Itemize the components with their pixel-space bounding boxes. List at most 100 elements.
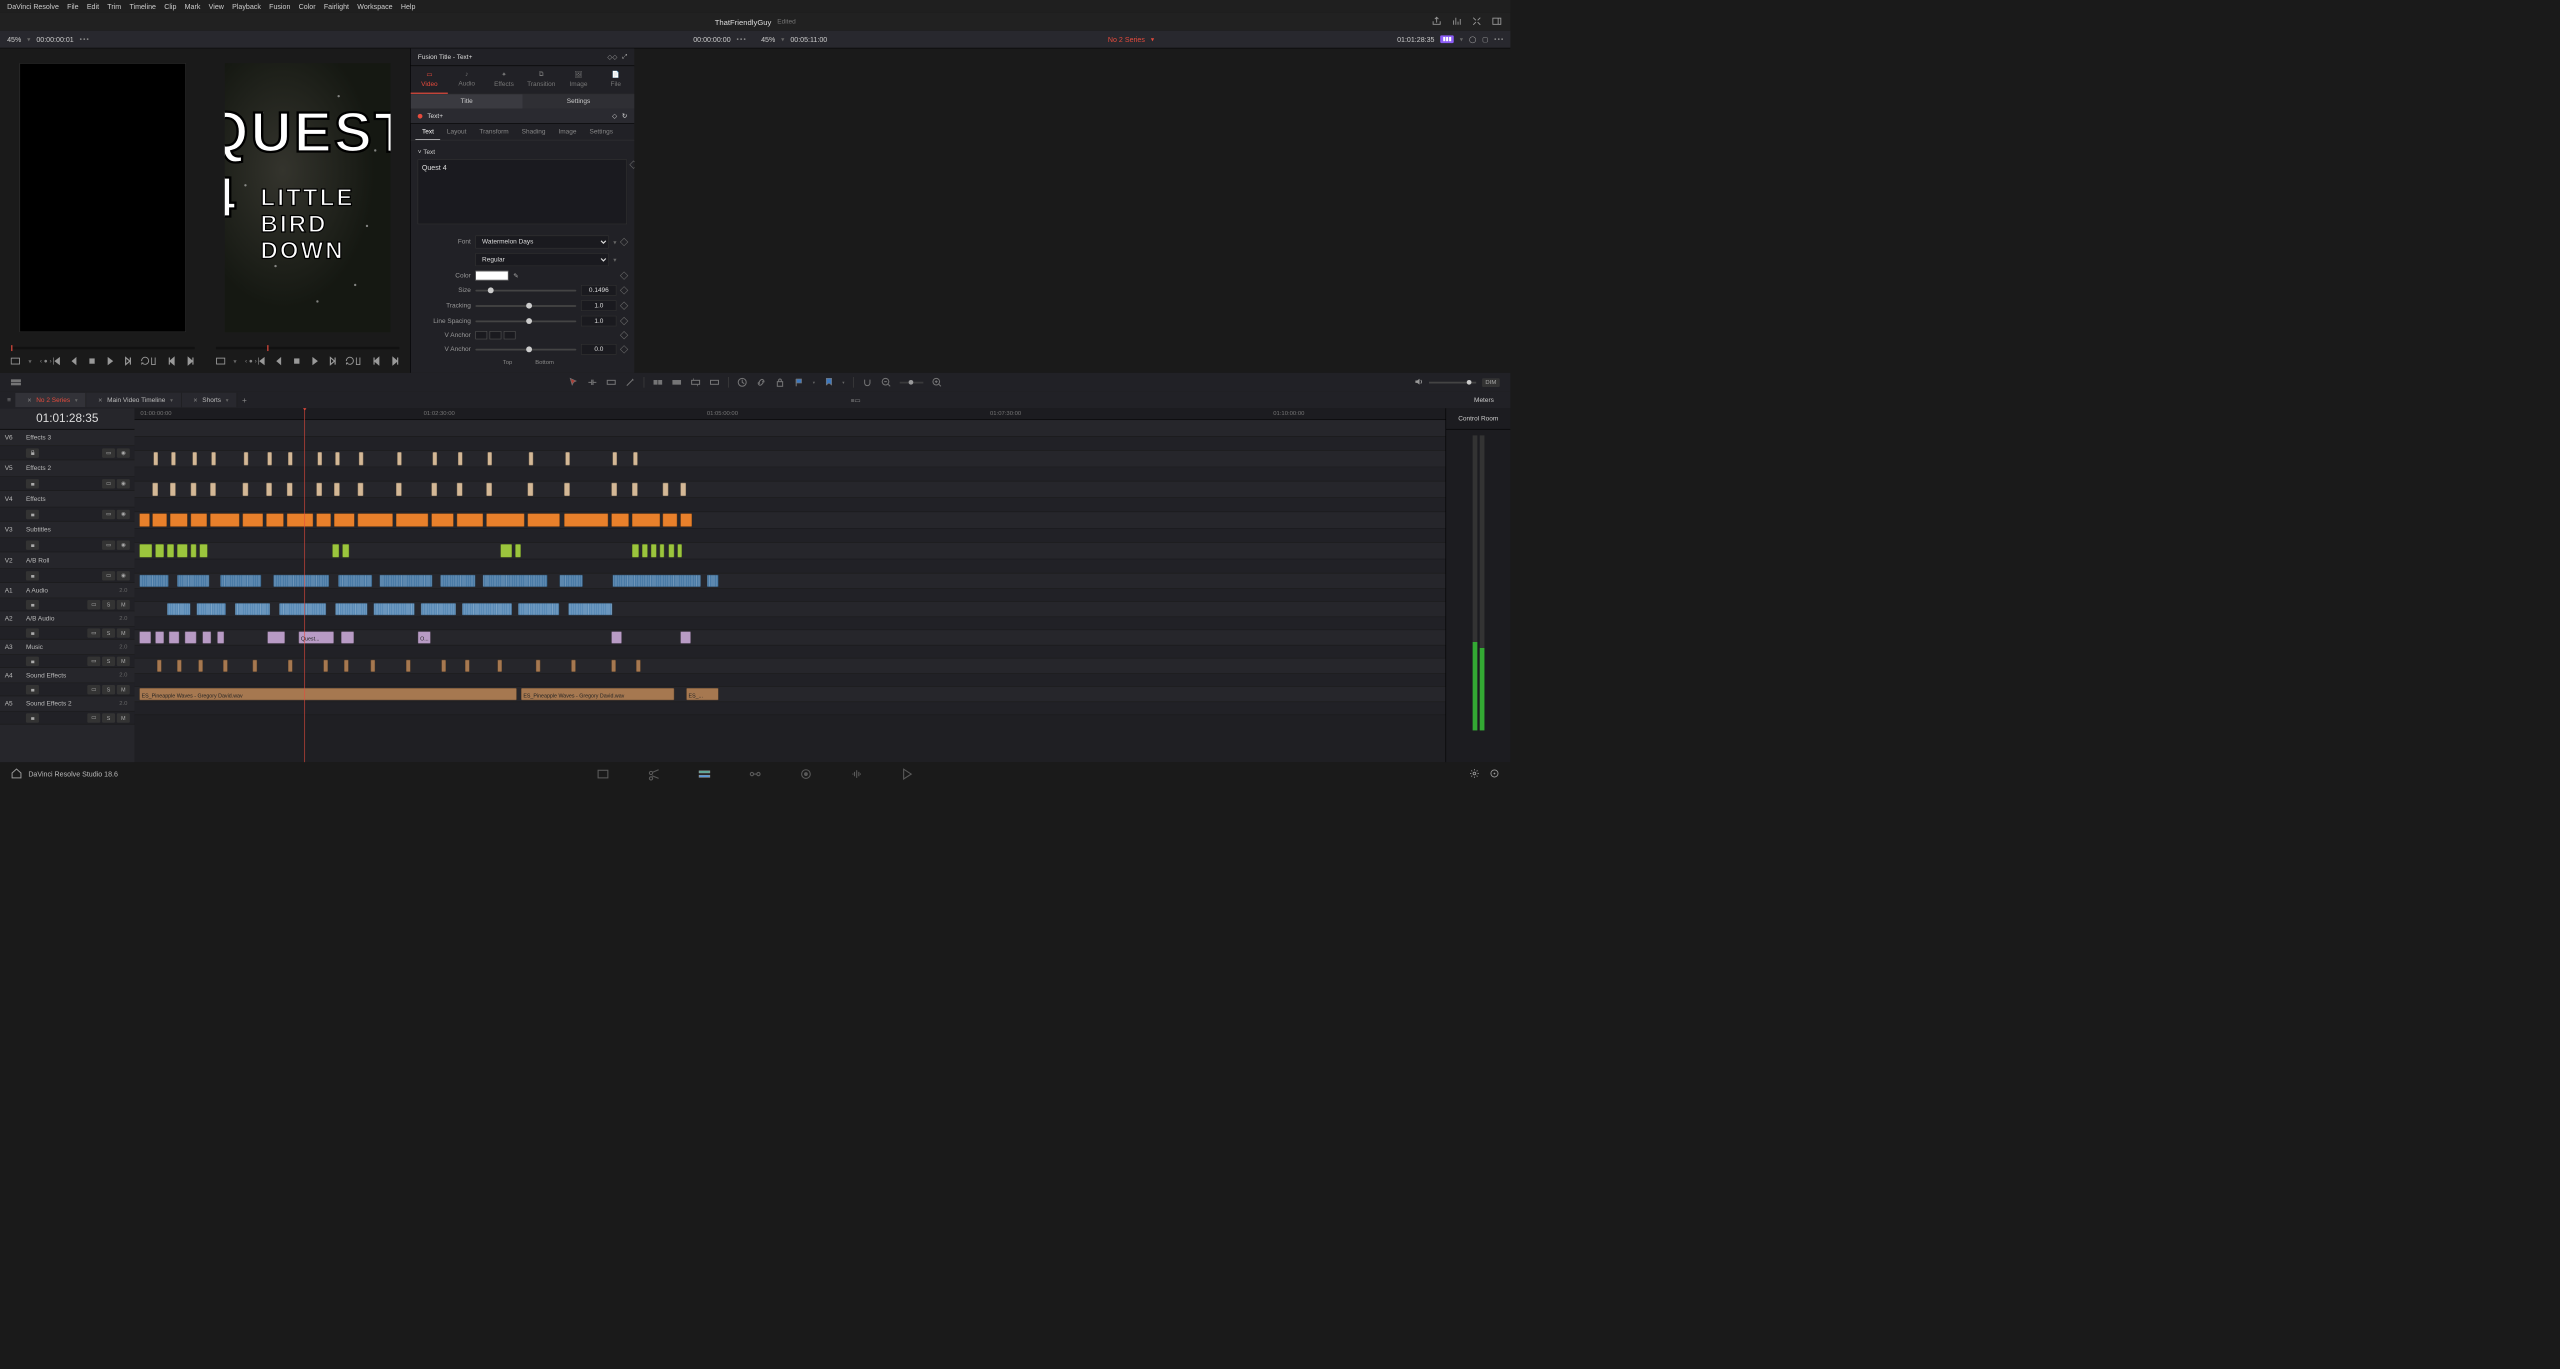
auto-select-button[interactable]: ▭ <box>102 509 115 518</box>
fusion-page-icon[interactable] <box>749 768 762 781</box>
lock-icon[interactable] <box>26 479 39 488</box>
track-enable-button[interactable]: ◉ <box>117 479 130 488</box>
lock-icon[interactable] <box>26 571 39 580</box>
source-timecode[interactable]: 00:00:00:01 <box>36 35 73 43</box>
text-collapse[interactable]: ˅ Text <box>418 145 627 159</box>
menu-fairlight[interactable]: Fairlight <box>324 2 349 10</box>
color-kf-icon[interactable] <box>620 271 628 279</box>
timeline-tab-active[interactable]: × No 2 Series▾ <box>16 393 87 407</box>
linespacing-slider[interactable] <box>476 320 577 322</box>
fairlight-page-icon[interactable] <box>850 768 863 781</box>
timeline-zoom[interactable]: 45% <box>761 35 775 43</box>
source-more-icon[interactable]: ••• <box>80 36 90 43</box>
inspector-tab-audio[interactable]: ♪Audio <box>448 66 485 94</box>
mute-button[interactable]: M <box>117 656 130 665</box>
track-enable-button[interactable]: ◉ <box>117 540 130 549</box>
auto-select-button[interactable]: ▭ <box>87 628 100 637</box>
inspector-tab-video[interactable]: ▭Video <box>411 66 448 94</box>
menu-file[interactable]: File <box>67 2 78 10</box>
arrow-tool-icon[interactable] <box>568 377 579 388</box>
inspector-mode-settings[interactable]: Settings <box>523 94 635 108</box>
overwrite-icon[interactable] <box>672 377 683 388</box>
blade-tool-icon[interactable] <box>625 377 636 388</box>
chart-icon[interactable] <box>1451 16 1462 28</box>
inspector-tab-effects[interactable]: ✦Effects <box>485 66 522 94</box>
position-lock-icon[interactable] <box>775 377 786 388</box>
stop-icon[interactable] <box>87 356 96 365</box>
tl-next-frame-icon[interactable] <box>328 356 337 365</box>
track-header-v4[interactable]: V4Effects <box>0 491 135 508</box>
solo-button[interactable]: S <box>102 656 115 665</box>
media-page-icon[interactable] <box>596 768 609 781</box>
mute-button[interactable]: M <box>117 685 130 694</box>
solo-button[interactable]: S <box>102 600 115 609</box>
track-header-a5[interactable]: A5Sound Effects 22.0 <box>0 696 135 711</box>
font-weight-select[interactable]: Regular <box>476 253 609 266</box>
track-header-a4[interactable]: A4Sound Effects2.0 <box>0 668 135 683</box>
auto-select-button[interactable]: ▭ <box>87 685 100 694</box>
menu-edit[interactable]: Edit <box>87 2 99 10</box>
fullscreen-icon[interactable] <box>1471 16 1482 28</box>
timeline-mode-icon[interactable] <box>216 356 225 365</box>
loop-icon[interactable]: ◯ <box>1469 35 1476 43</box>
font-select[interactable]: Watermelon Days <box>476 235 609 248</box>
mute-button[interactable]: M <box>117 713 130 722</box>
chevron-down-icon[interactable]: ▾ <box>75 397 78 403</box>
source-zoom[interactable]: 45% <box>7 35 21 43</box>
cut-page-icon[interactable] <box>647 768 660 781</box>
lock-icon[interactable] <box>26 600 39 609</box>
more-dots-icon[interactable]: ••• <box>737 36 747 43</box>
inspector-keyframe-icon[interactable]: ◇◇ <box>607 53 617 61</box>
size-kf-icon[interactable] <box>620 286 628 294</box>
mark-in-icon[interactable] <box>150 356 159 365</box>
solo-button[interactable]: S <box>102 685 115 694</box>
track-header-v3[interactable]: V3Subtitles <box>0 522 135 539</box>
dim-button[interactable]: DIM <box>1482 378 1500 387</box>
auto-select-button[interactable]: ▭ <box>102 540 115 549</box>
timeline-timecode[interactable]: 01:01:28:35 <box>0 408 135 429</box>
tl-play-icon[interactable] <box>310 356 319 365</box>
menu-clip[interactable]: Clip <box>164 2 176 10</box>
share-icon[interactable] <box>1431 16 1442 28</box>
insert-icon[interactable] <box>653 377 664 388</box>
lock-icon[interactable] <box>26 685 39 694</box>
record-timecode[interactable]: 01:01:28:35 <box>1397 35 1434 43</box>
auto-select-button[interactable]: ▭ <box>87 713 100 722</box>
deliver-page-icon[interactable] <box>901 768 914 781</box>
section-reset-icon[interactable]: ↻ <box>622 112 627 120</box>
vanchor2-input[interactable] <box>581 344 616 355</box>
menu-view[interactable]: View <box>209 2 224 10</box>
retime-icon[interactable] <box>737 377 748 388</box>
menu-davinci[interactable]: DaVinci Resolve <box>7 2 59 10</box>
auto-select-button[interactable]: ▭ <box>102 479 115 488</box>
playhead[interactable] <box>304 408 305 762</box>
linespacing-input[interactable] <box>581 316 616 327</box>
inspector-section-header[interactable]: Text+ ◇ ↻ <box>411 109 635 124</box>
timeline-name[interactable]: No 2 Series <box>1108 35 1145 43</box>
loop-playback-icon[interactable] <box>140 356 149 365</box>
inspector-tab-image[interactable]: 🖼Image <box>560 66 597 94</box>
timeline-options-icon[interactable]: ≡▭ <box>845 396 867 404</box>
timeline-tab-main[interactable]: × Main Video Timeline▾ <box>86 393 181 407</box>
vanchor-grid[interactable] <box>476 331 516 339</box>
timeline-tab-shorts[interactable]: × Shorts▾ <box>182 393 238 407</box>
project-settings-icon[interactable] <box>1469 768 1480 780</box>
timeline-canvas[interactable]: QUEST 4 LITTLE BIRD DOWN <box>225 63 391 333</box>
close-icon[interactable]: × <box>27 396 31 404</box>
subtab-image[interactable]: Image <box>552 124 583 140</box>
dynamic-trim-icon[interactable] <box>606 377 617 388</box>
auto-select-button[interactable]: ▭ <box>102 571 115 580</box>
match-frame-tl-icon[interactable]: ‹ ● › <box>245 358 257 365</box>
track-header-v6[interactable]: V6Effects 3 <box>0 430 135 447</box>
menu-fusion[interactable]: Fusion <box>269 2 290 10</box>
tracking-slider[interactable] <box>476 305 577 307</box>
text-input[interactable] <box>418 159 627 224</box>
tl-mark-in-icon[interactable] <box>355 356 364 365</box>
solo-button[interactable]: S <box>102 713 115 722</box>
replace-icon[interactable] <box>691 377 702 388</box>
enable-dot-icon[interactable] <box>418 114 423 119</box>
font-kf-icon[interactable] <box>620 238 628 246</box>
volume-slider[interactable] <box>1429 381 1476 383</box>
timeline-more-icon[interactable]: ••• <box>1494 36 1504 43</box>
go-out-icon[interactable] <box>185 356 194 365</box>
